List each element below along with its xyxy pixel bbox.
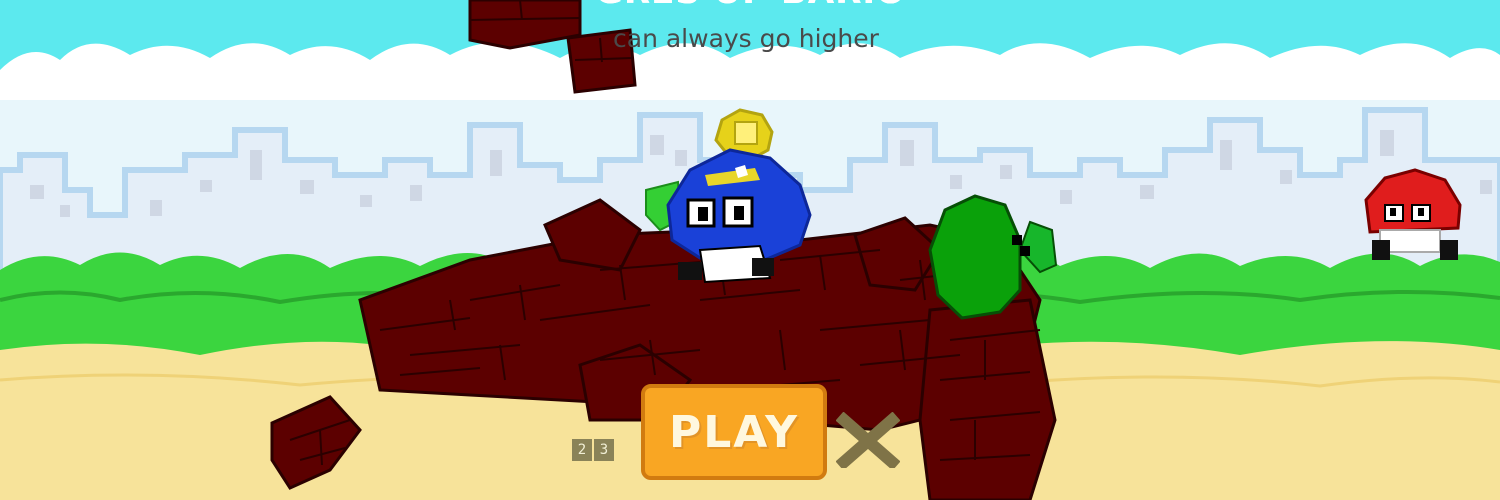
counter-badge: 2 xyxy=(572,439,592,461)
play-button-label: PLAY xyxy=(669,406,799,458)
counter-badge: 3 xyxy=(594,439,614,461)
close-icon[interactable] xyxy=(836,412,900,468)
level-counters: 2 3 xyxy=(572,439,614,461)
play-button[interactable]: PLAY xyxy=(641,384,827,480)
